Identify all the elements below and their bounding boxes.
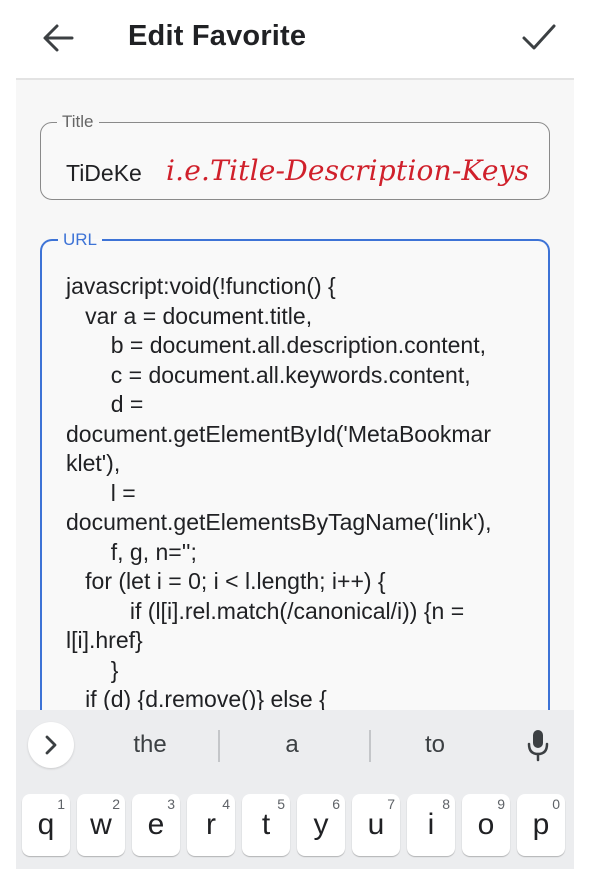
key-letter: i bbox=[427, 808, 435, 841]
key-w[interactable]: w 2 bbox=[77, 794, 125, 856]
suggestion-1[interactable]: the bbox=[108, 724, 192, 766]
suggestion-divider bbox=[218, 730, 220, 762]
back-button[interactable] bbox=[38, 18, 78, 58]
app-bar: Edit Favorite bbox=[0, 0, 590, 78]
key-number-hint: 1 bbox=[57, 796, 65, 812]
suggestion-2[interactable]: a bbox=[250, 724, 334, 766]
key-number-hint: 2 bbox=[112, 796, 120, 812]
key-o[interactable]: o 9 bbox=[462, 794, 510, 856]
microphone-icon bbox=[527, 730, 549, 762]
title-input-value[interactable]: TiDeKe bbox=[66, 160, 142, 187]
key-number-hint: 4 bbox=[222, 796, 230, 812]
url-field-label: URL bbox=[63, 230, 98, 249]
key-letter: r bbox=[206, 808, 216, 841]
title-field[interactable]: Title TiDeKe i.e.Title-Description-Keys bbox=[40, 112, 550, 200]
soft-keyboard: the a to q 1 w 2 e 3 r 4 t 5 y 6 u 7 i 8 bbox=[16, 710, 574, 869]
key-letter: t bbox=[261, 808, 271, 841]
key-p[interactable]: p 0 bbox=[517, 794, 565, 856]
url-input-value[interactable]: javascript:void(!function() { var a = do… bbox=[66, 272, 536, 712]
key-letter: u bbox=[367, 808, 385, 841]
key-letter: p bbox=[532, 808, 550, 841]
key-number-hint: 8 bbox=[442, 796, 450, 812]
key-r[interactable]: r 4 bbox=[187, 794, 235, 856]
suggestions-expand-button[interactable] bbox=[28, 722, 74, 768]
key-u[interactable]: u 7 bbox=[352, 794, 400, 856]
key-number-hint: 9 bbox=[497, 796, 505, 812]
key-q[interactable]: q 1 bbox=[22, 794, 70, 856]
url-field[interactable]: URL javascript:void(!function() { var a … bbox=[40, 230, 550, 712]
key-letter: y bbox=[313, 808, 329, 841]
key-e[interactable]: e 3 bbox=[132, 794, 180, 856]
key-y[interactable]: y 6 bbox=[297, 794, 345, 856]
key-number-hint: 0 bbox=[552, 796, 560, 812]
suggestion-divider bbox=[369, 730, 371, 762]
key-number-hint: 5 bbox=[277, 796, 285, 812]
key-letter: o bbox=[477, 808, 495, 841]
chevron-right-icon bbox=[45, 735, 57, 755]
title-annotation: i.e.Title-Description-Keys bbox=[166, 154, 530, 187]
key-number-hint: 3 bbox=[167, 796, 175, 812]
key-i[interactable]: i 8 bbox=[407, 794, 455, 856]
key-number-hint: 7 bbox=[387, 796, 395, 812]
suggestion-3[interactable]: to bbox=[393, 724, 477, 766]
checkmark-icon bbox=[522, 24, 556, 50]
key-t[interactable]: t 5 bbox=[242, 794, 290, 856]
save-button[interactable] bbox=[518, 16, 560, 58]
key-letter: e bbox=[147, 808, 165, 841]
key-number-hint: 6 bbox=[332, 796, 340, 812]
arrow-left-icon bbox=[43, 24, 74, 52]
title-field-label: Title bbox=[62, 112, 94, 131]
key-letter: w bbox=[90, 808, 112, 841]
page-title: Edit Favorite bbox=[128, 20, 307, 52]
edit-form: Title TiDeKe i.e.Title-Description-Keys … bbox=[16, 78, 574, 712]
voice-input-button[interactable] bbox=[526, 728, 550, 764]
key-letter: q bbox=[37, 808, 55, 841]
